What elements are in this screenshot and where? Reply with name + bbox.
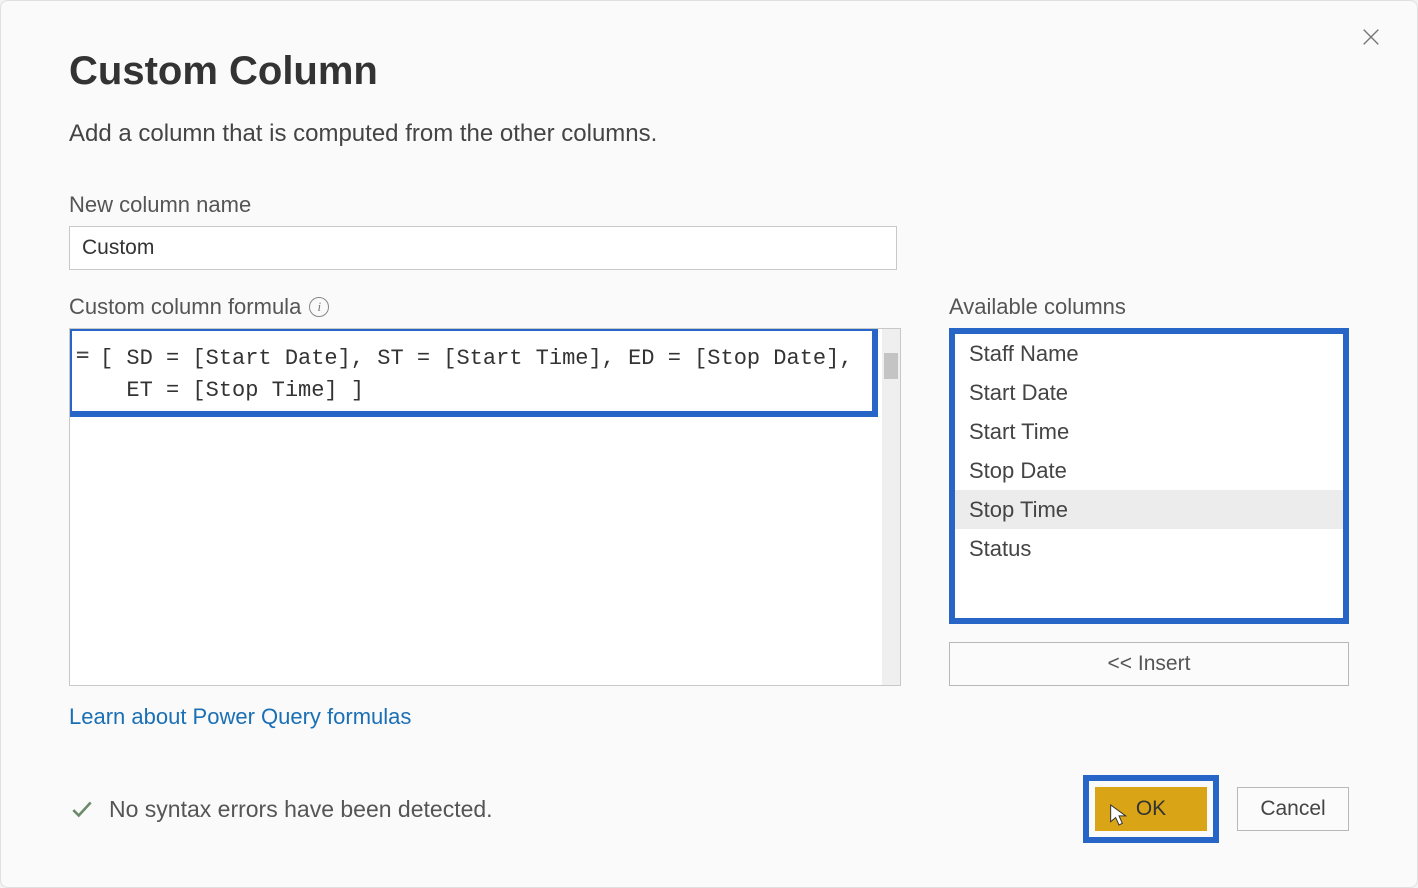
formula-equals: = [76, 343, 89, 368]
formula-label: Custom column formula i [69, 294, 901, 320]
available-column-item[interactable]: Status [955, 529, 1343, 568]
close-button[interactable] [1353, 19, 1389, 55]
status-text: No syntax errors have been detected. [109, 796, 493, 823]
new-column-name-label: New column name [69, 192, 1349, 218]
formula-section: Custom column formula i = [ SD = [Start … [69, 294, 901, 730]
available-column-item[interactable]: Stop Time [955, 490, 1343, 529]
available-columns-wrap: Staff Name Start Date Start Time Stop Da… [949, 328, 1349, 624]
dialog-subtitle: Add a column that is computed from the o… [69, 120, 1349, 148]
available-columns-label: Available columns [949, 294, 1349, 320]
cursor-icon [1109, 803, 1129, 827]
check-icon [69, 796, 95, 822]
button-row: OK Cancel [1083, 775, 1349, 843]
available-columns-section: Available columns Staff Name Start Date … [949, 294, 1349, 686]
available-column-item[interactable]: Staff Name [955, 334, 1343, 373]
learn-link[interactable]: Learn about Power Query formulas [69, 704, 411, 730]
available-column-item[interactable]: Start Time [955, 412, 1343, 451]
available-column-item[interactable]: Start Date [955, 373, 1343, 412]
ok-label: OK [1136, 797, 1166, 820]
ok-button[interactable]: OK [1095, 787, 1207, 831]
formula-editor[interactable]: = [ SD = [Start Date], ST = [Start Time]… [69, 328, 901, 686]
dialog-title: Custom Column [69, 49, 1349, 94]
new-column-name-input[interactable] [69, 226, 897, 270]
insert-button[interactable]: << Insert [949, 642, 1349, 686]
formula-scrollbar[interactable] [882, 329, 900, 685]
cancel-button[interactable]: Cancel [1237, 787, 1349, 831]
syntax-status: No syntax errors have been detected. [69, 796, 493, 823]
dialog-footer: No syntax errors have been detected. OK … [69, 775, 1349, 843]
formula-label-text: Custom column formula [69, 294, 301, 320]
highlight-box-ok: OK [1083, 775, 1219, 843]
scrollbar-thumb[interactable] [884, 353, 898, 379]
available-columns-list[interactable]: Staff Name Start Date Start Time Stop Da… [949, 328, 1349, 624]
formula-text[interactable]: [ SD = [Start Date], ST = [Start Time], … [70, 329, 900, 421]
available-column-item[interactable]: Stop Date [955, 451, 1343, 490]
custom-column-dialog: Custom Column Add a column that is compu… [0, 0, 1418, 888]
close-icon [1360, 26, 1382, 48]
info-icon[interactable]: i [309, 297, 329, 317]
body-row: Custom column formula i = [ SD = [Start … [69, 294, 1349, 730]
